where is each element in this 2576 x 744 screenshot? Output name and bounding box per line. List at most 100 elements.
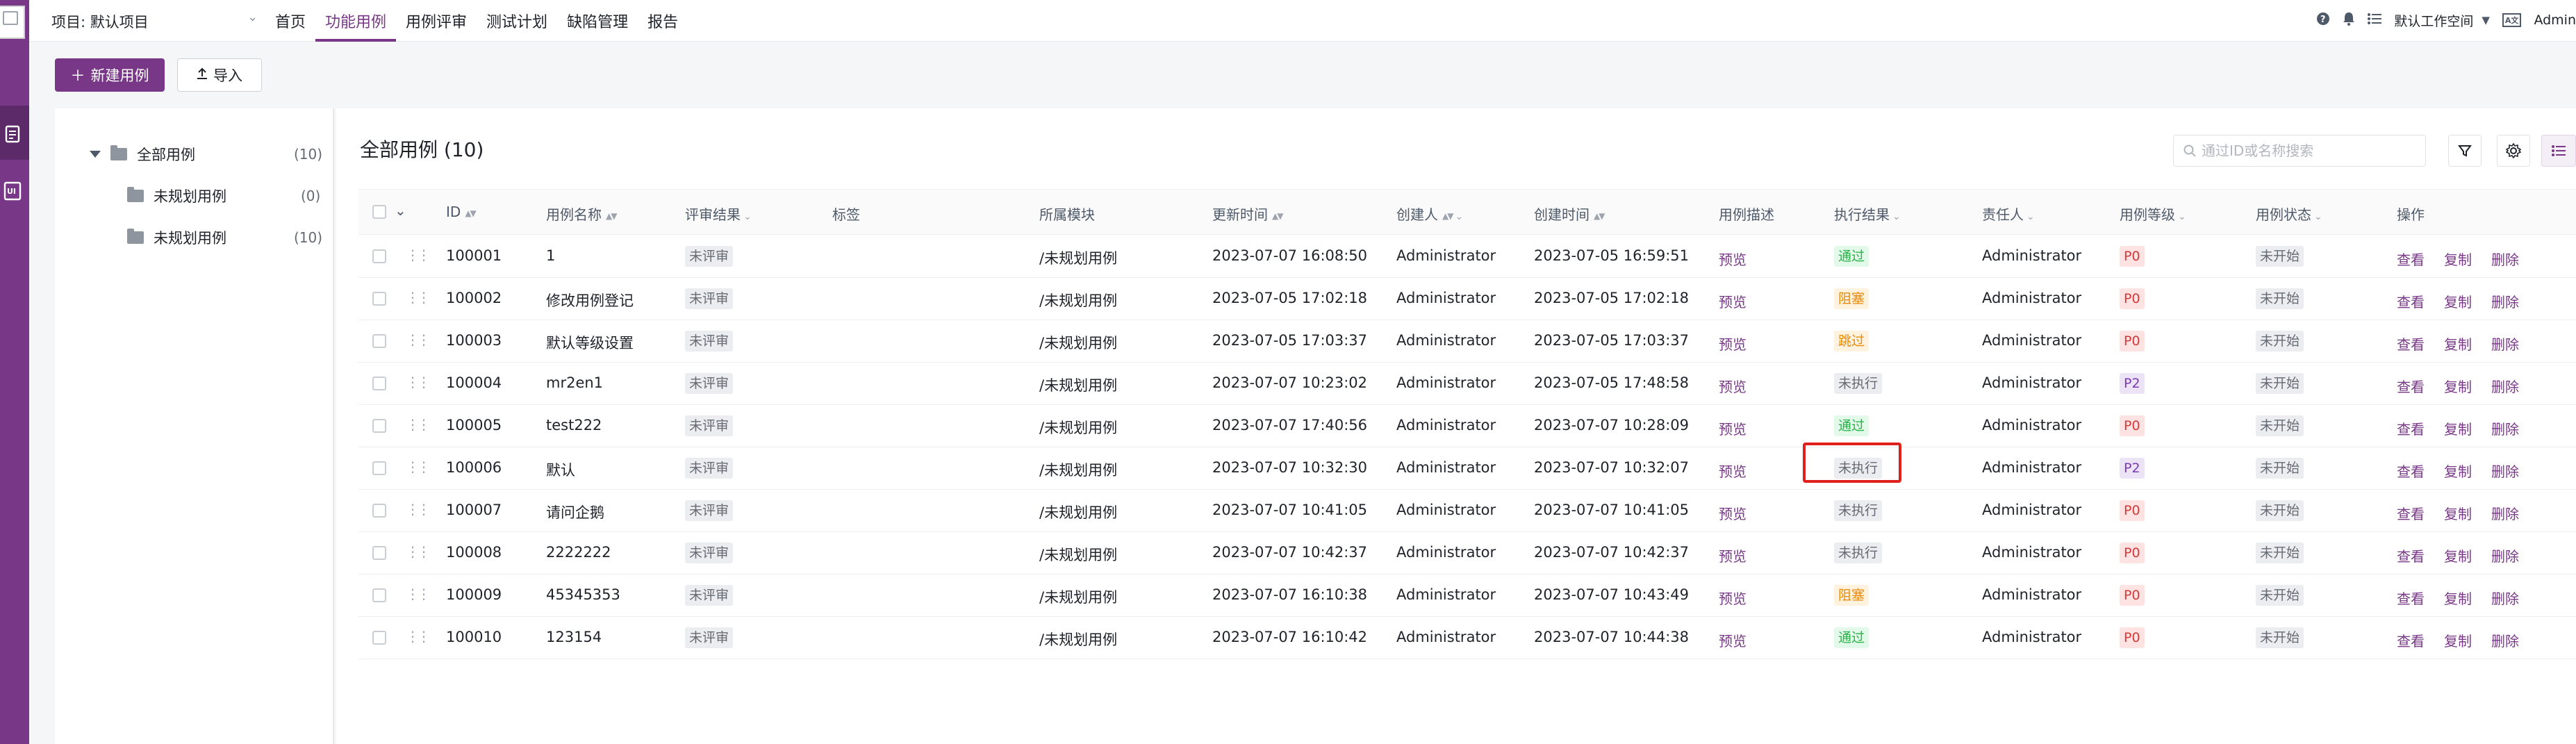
table-row[interactable]: ⋮⋮ 100002 修改用例登记 未评审/未规划用例 2023-07-05 17:02:… — [358, 278, 2576, 320]
col-owner[interactable]: 责任人 ⌄ — [1982, 204, 2035, 224]
delete-link[interactable]: 删除 — [2491, 291, 2519, 311]
col-status[interactable]: 用例状态 ⌄ — [2256, 204, 2322, 224]
row-checkbox[interactable] — [372, 504, 386, 518]
caret-down-icon[interactable]: ▼ — [2482, 14, 2490, 26]
bell-icon[interactable] — [2343, 12, 2355, 29]
drag-handle-icon[interactable]: ⋮⋮ — [406, 331, 431, 348]
ui-test-icon[interactable]: UI — [1, 179, 24, 203]
tree-node-all[interactable]: 全部用例 (10) — [90, 140, 326, 168]
tree-node-unplanned[interactable]: 未规划用例 (0) — [127, 182, 326, 210]
preview-link[interactable]: 预览 — [1719, 503, 1747, 523]
delete-link[interactable]: 删除 — [2491, 461, 2519, 481]
settings-button[interactable] — [2497, 135, 2530, 167]
project-selector[interactable]: 项目: 默认项目 ⌄ — [51, 10, 258, 32]
view-link[interactable]: 查看 — [2397, 291, 2425, 311]
copy-link[interactable]: 复制 — [2444, 588, 2472, 608]
chevron-down-icon[interactable]: ⌄ — [395, 202, 406, 219]
col-exec-result[interactable]: 执行结果 ⌄ — [1834, 204, 1901, 224]
row-checkbox[interactable] — [372, 377, 386, 390]
workspace-name[interactable]: 默认工作空间 — [2394, 11, 2473, 30]
copy-link[interactable]: 复制 — [2444, 291, 2472, 311]
table-row[interactable]: ⋮⋮ 100003 默认等级设置 未评审/未规划用例 2023-07-05 17:03:… — [358, 320, 2576, 363]
table-row[interactable]: ⋮⋮ 100010 123154 未评审/未规划用例 2023-07-07 16:10:… — [358, 617, 2576, 659]
delete-link[interactable]: 删除 — [2491, 333, 2519, 354]
tree-node-unplanned[interactable]: 未规划用例 (10) — [127, 224, 326, 251]
delete-link[interactable]: 删除 — [2491, 545, 2519, 565]
row-checkbox[interactable] — [372, 419, 386, 433]
drag-handle-icon[interactable]: ⋮⋮ — [406, 501, 431, 518]
copy-link[interactable]: 复制 — [2444, 545, 2472, 565]
delete-link[interactable]: 删除 — [2491, 418, 2519, 438]
cell-name[interactable]: 123154 — [546, 629, 602, 645]
table-row[interactable]: ⋮⋮ 100007 请问企鹅 未评审/未规划用例 2023-07-07 10:41:05… — [358, 490, 2576, 532]
row-checkbox[interactable] — [372, 249, 386, 263]
copy-link[interactable]: 复制 — [2444, 461, 2472, 481]
col-id[interactable]: ID ▲▼ — [446, 204, 477, 220]
cell-name[interactable]: 1 — [546, 247, 555, 264]
document-icon[interactable] — [1, 122, 24, 146]
view-link[interactable]: 查看 — [2397, 588, 2425, 608]
nav-report[interactable]: 报告 — [638, 0, 688, 42]
drag-handle-icon[interactable]: ⋮⋮ — [406, 247, 431, 263]
delete-link[interactable]: 删除 — [2491, 630, 2519, 650]
table-row[interactable]: ⋮⋮ 100006 默认 未评审/未规划用例 2023-07-07 10:32:30 Ad… — [358, 447, 2576, 490]
cell-name[interactable]: 45345353 — [546, 586, 620, 603]
cell-name[interactable]: 默认 — [546, 459, 575, 480]
table-row[interactable]: ⋮⋮ 100005 test222 未评审/未规划用例 2023-07-07 17:40… — [358, 405, 2576, 447]
preview-link[interactable]: 预览 — [1719, 545, 1747, 565]
drag-handle-icon[interactable]: ⋮⋮ — [406, 458, 431, 475]
col-creator[interactable]: 创建人 ▲▼ ⌄ — [1396, 204, 1463, 224]
language-icon[interactable]: A文 — [2502, 13, 2522, 27]
view-link[interactable]: 查看 — [2397, 630, 2425, 650]
row-checkbox[interactable] — [372, 461, 386, 475]
preview-link[interactable]: 预览 — [1719, 376, 1747, 396]
cell-name[interactable]: 修改用例登记 — [546, 290, 634, 311]
table-row[interactable]: ⋮⋮ 100001 1 未评审/未规划用例 2023-07-07 16:08:50 Adm… — [358, 235, 2576, 278]
help-icon[interactable]: ? — [2316, 12, 2330, 29]
drag-handle-icon[interactable]: ⋮⋮ — [406, 543, 431, 560]
cell-name[interactable]: 2222222 — [546, 544, 611, 561]
select-all-checkbox[interactable] — [372, 205, 386, 219]
preview-link[interactable]: 预览 — [1719, 249, 1747, 269]
table-row[interactable]: ⋮⋮ 100004 mr2en1 未评审/未规划用例 2023-07-07 10:23:… — [358, 363, 2576, 405]
delete-link[interactable]: 删除 — [2491, 376, 2519, 396]
view-link[interactable]: 查看 — [2397, 503, 2425, 523]
import-button[interactable]: 导入 — [177, 58, 262, 92]
drag-handle-icon[interactable]: ⋮⋮ — [406, 416, 431, 433]
copy-link[interactable]: 复制 — [2444, 418, 2472, 438]
preview-link[interactable]: 预览 — [1719, 461, 1747, 481]
filter-button[interactable] — [2448, 135, 2482, 167]
user-name[interactable]: Admin — [2534, 13, 2576, 28]
caret-down-icon[interactable] — [90, 151, 101, 158]
col-created[interactable]: 创建时间 ▲▼ — [1534, 204, 1605, 224]
cell-name[interactable]: mr2en1 — [546, 374, 603, 391]
delete-link[interactable]: 删除 — [2491, 503, 2519, 523]
row-checkbox[interactable] — [372, 588, 386, 602]
row-checkbox[interactable] — [372, 292, 386, 306]
col-name[interactable]: 用例名称 ▲▼ — [546, 204, 618, 224]
view-link[interactable]: 查看 — [2397, 333, 2425, 354]
view-link[interactable]: 查看 — [2397, 461, 2425, 481]
view-link[interactable]: 查看 — [2397, 249, 2425, 269]
copy-link[interactable]: 复制 — [2444, 249, 2472, 269]
view-link[interactable]: 查看 — [2397, 545, 2425, 565]
drag-handle-icon[interactable]: ⋮⋮ — [406, 628, 431, 645]
preview-link[interactable]: 预览 — [1719, 291, 1747, 311]
col-review[interactable]: 评审结果 ⌄ — [685, 204, 752, 224]
new-case-button[interactable]: ＋ 新建用例 — [55, 58, 165, 92]
list-view-button[interactable] — [2541, 135, 2576, 167]
nav-bug-management[interactable]: 缺陷管理 — [557, 0, 638, 42]
table-row[interactable]: ⋮⋮ 100009 45345353 未评审/未规划用例 2023-07-07 16:1… — [358, 574, 2576, 617]
row-checkbox[interactable] — [372, 631, 386, 645]
view-link[interactable]: 查看 — [2397, 418, 2425, 438]
drag-handle-icon[interactable]: ⋮⋮ — [406, 586, 431, 602]
copy-link[interactable]: 复制 — [2444, 630, 2472, 650]
copy-link[interactable]: 复制 — [2444, 333, 2472, 354]
view-link[interactable]: 查看 — [2397, 376, 2425, 396]
table-row[interactable]: ⋮⋮ 100008 2222222 未评审/未规划用例 2023-07-07 10:42… — [358, 532, 2576, 574]
preview-link[interactable]: 预览 — [1719, 333, 1747, 354]
list-icon[interactable] — [2368, 12, 2382, 28]
cell-name[interactable]: 默认等级设置 — [546, 332, 634, 353]
search-input[interactable] — [2202, 142, 2410, 159]
row-checkbox[interactable] — [372, 546, 386, 560]
